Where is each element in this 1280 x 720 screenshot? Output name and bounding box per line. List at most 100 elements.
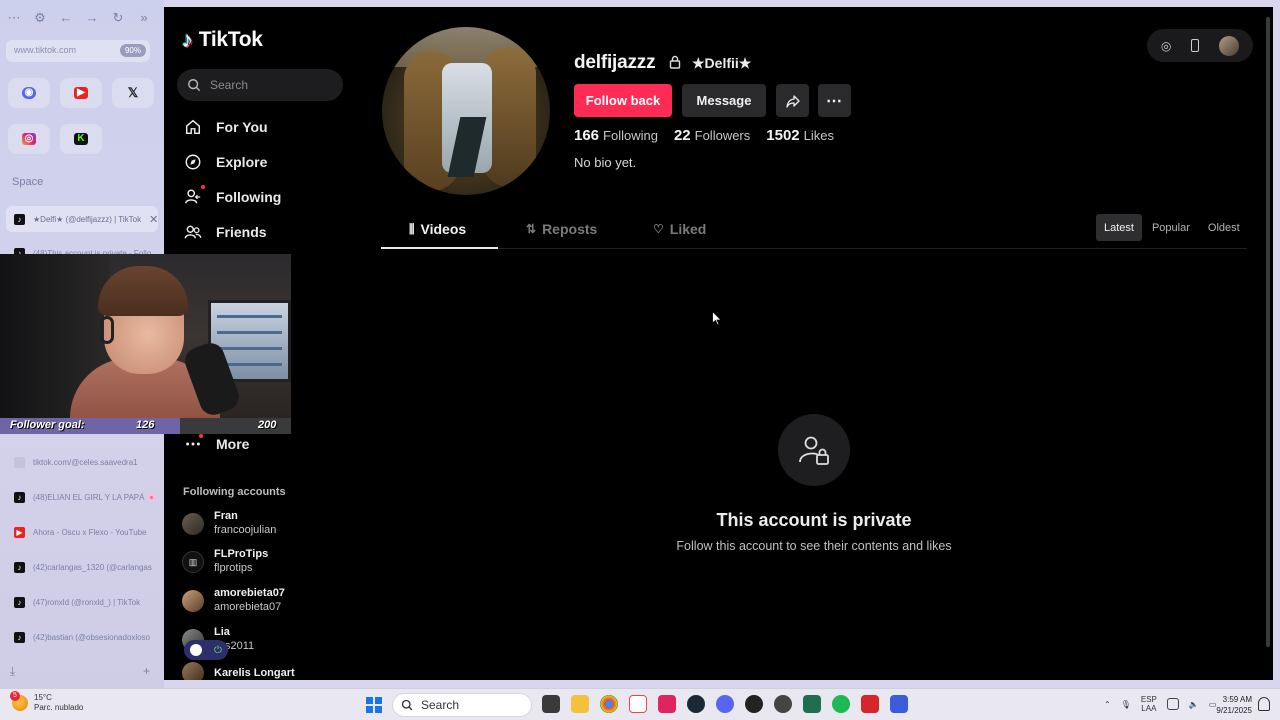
avatar <box>182 589 204 612</box>
nav-explore[interactable]: Explore <box>184 148 267 176</box>
browser-tab[interactable]: ♪ ★Delfi★ (@delfijazzz) | TikTok ✕ <box>6 206 158 232</box>
adobe-icon[interactable] <box>861 695 879 713</box>
phone-icon[interactable] <box>1191 39 1200 52</box>
following-stat[interactable]: 166 Following <box>574 127 658 144</box>
nav-following[interactable]: Following <box>184 183 281 211</box>
weather-widget[interactable]: 5 15°C Parc. nublado <box>10 691 83 713</box>
following-account[interactable]: Karelis Longart <box>182 662 295 680</box>
following-account[interactable]: Fran francoojulian <box>182 510 276 537</box>
share-button[interactable] <box>776 84 809 117</box>
tab-reposts[interactable]: ⇅ Reposts <box>526 221 597 237</box>
app-icon[interactable] <box>803 695 821 713</box>
task-view-icon[interactable] <box>542 695 560 713</box>
tab-title: (42)carlangas_1320 (@carlangas <box>33 562 152 572</box>
message-button[interactable]: Message <box>682 84 766 117</box>
collapse-sidebar-icon[interactable]: » <box>136 10 152 26</box>
lang-layout: LAA <box>1141 704 1157 713</box>
pinned-kick[interactable]: K <box>60 124 102 154</box>
user-avatar[interactable] <box>1219 35 1240 56</box>
menu-dots-icon[interactable]: ⋯ <box>6 10 22 26</box>
tab-liked[interactable]: ♡ Liked <box>653 221 706 237</box>
back-icon[interactable]: ← <box>58 10 74 26</box>
tab-title: Ahora - Oscu x Flexo - YouTube <box>33 527 147 537</box>
volume-icon[interactable]: 🔈 <box>1189 700 1199 709</box>
browser-tab[interactable]: ♪ (47)ronxld (@ronxld_) | TikTok <box>6 589 158 615</box>
address-bar[interactable]: www.tiktok.com 90% <box>6 40 150 62</box>
browser-toolbar: ⋯ ⚙ ← → ↻ » <box>6 10 152 26</box>
sort-latest[interactable]: Latest <box>1096 214 1142 241</box>
language-indicator[interactable]: ESP LAA <box>1141 695 1157 713</box>
sort-oldest[interactable]: Oldest <box>1200 214 1248 241</box>
tab-label: Videos <box>420 221 467 237</box>
notification-bell-icon[interactable] <box>1258 697 1270 711</box>
following-account[interactable]: amorebieta07 amorebieta07 <box>182 587 285 614</box>
system-tray: ⌃ 🎙 ESP LAA 🔈 ▭ <box>1104 695 1216 713</box>
tiktok-app-icon[interactable] <box>658 695 676 713</box>
new-tab-icon[interactable]: + <box>143 664 150 679</box>
home-icon <box>185 119 201 135</box>
pinned-discord[interactable]: ◉ <box>8 78 50 108</box>
discord-icon[interactable] <box>716 695 734 713</box>
follow-back-button[interactable]: Follow back <box>574 84 672 117</box>
extension-pill[interactable]: ⏻ <box>184 640 228 660</box>
steam-icon[interactable] <box>687 695 705 713</box>
monitor-detail <box>217 347 282 350</box>
search-input[interactable]: Search <box>177 69 343 101</box>
app-icon[interactable] <box>890 695 908 713</box>
instagram-icon: ◎ <box>22 133 36 145</box>
tab-videos[interactable]: ⫼ Videos <box>409 221 466 237</box>
zoom-badge[interactable]: 90% <box>119 44 146 57</box>
clock[interactable]: 3:59 AM 9/21/2025 <box>1212 694 1252 716</box>
browser-tab[interactable]: ♪ (48)ELIAN EL GIRL Y LA PAPÁ 🌸 <box>6 484 158 510</box>
taskbar-search[interactable]: Search <box>392 693 532 717</box>
chevron-up-icon[interactable]: ⌃ <box>1104 700 1111 709</box>
nav-for-you[interactable]: For You <box>184 113 268 141</box>
browser-tab[interactable]: ♪ (42)bastian (@obsesionadoxloso <box>6 624 158 650</box>
nav-label: Following <box>216 189 282 205</box>
download-icon[interactable]: ⤓ <box>10 664 15 679</box>
close-icon[interactable]: ✕ <box>149 213 158 226</box>
logo-text: TikTok <box>198 28 263 51</box>
sort-popular[interactable]: Popular <box>1144 214 1198 241</box>
chrome-icon[interactable] <box>600 695 618 713</box>
follower-goal-bar: Follower goal: 126 200 <box>0 418 291 434</box>
forward-icon[interactable]: → <box>84 10 100 26</box>
pinned-youtube[interactable]: ▶ <box>60 78 102 108</box>
pinned-x[interactable]: 𝕏 <box>112 78 154 108</box>
following-account[interactable]: ▥ FLProTips flprotips <box>182 548 268 575</box>
browser-tab[interactable]: tiktok.com/@celes.saavedra1 <box>6 449 158 475</box>
youtube-icon: ▶ <box>14 526 25 538</box>
file-explorer-icon[interactable] <box>571 695 589 713</box>
browser-tab[interactable]: ▶ Ahora - Oscu x Flexo - YouTube <box>6 519 158 545</box>
following-count: 166 <box>574 127 600 144</box>
tiktok-logo[interactable]: ♪ TikTok <box>182 27 263 53</box>
temperature: 15°C <box>34 693 52 702</box>
tab-title: (48)ELIAN EL GIRL Y LA PAPÁ 🌸 <box>33 492 157 502</box>
goal-label: Follower goal: <box>10 419 85 431</box>
obs-icon[interactable] <box>745 695 763 713</box>
notification-dot <box>201 185 205 189</box>
spotify-icon[interactable] <box>832 695 850 713</box>
profile-avatar[interactable] <box>382 27 550 195</box>
pinned-instagram[interactable]: ◎ <box>8 124 50 154</box>
app-icon[interactable] <box>774 695 792 713</box>
compass-icon[interactable]: ◎ <box>1161 39 1171 53</box>
taskbar-search-label: Search <box>421 698 460 712</box>
nav-friends[interactable]: Friends <box>184 218 267 246</box>
mic-icon[interactable]: 🎙 <box>1121 700 1131 709</box>
blank-page-icon <box>14 456 25 468</box>
windows-start-icon[interactable] <box>366 697 382 713</box>
headphones-icon <box>100 316 114 344</box>
extensions-icon[interactable]: ⚙ <box>32 10 48 26</box>
scrollbar[interactable] <box>1266 17 1270 647</box>
compass-icon <box>185 154 201 170</box>
more-options-button[interactable]: ⋯ <box>818 84 851 117</box>
text-app-icon[interactable] <box>629 695 647 713</box>
reload-icon[interactable]: ↻ <box>110 10 126 26</box>
taskbar: 5 15°C Parc. nublado Search ⌃ 🎙 ESP LAA … <box>0 688 1280 720</box>
nav-more[interactable]: More <box>184 430 249 458</box>
browser-tab[interactable]: ♪ (42)carlangas_1320 (@carlangas <box>6 554 158 580</box>
time: 3:59 AM <box>1222 695 1252 704</box>
followers-stat[interactable]: 22 Followers <box>674 127 750 144</box>
network-icon[interactable] <box>1166 698 1179 710</box>
